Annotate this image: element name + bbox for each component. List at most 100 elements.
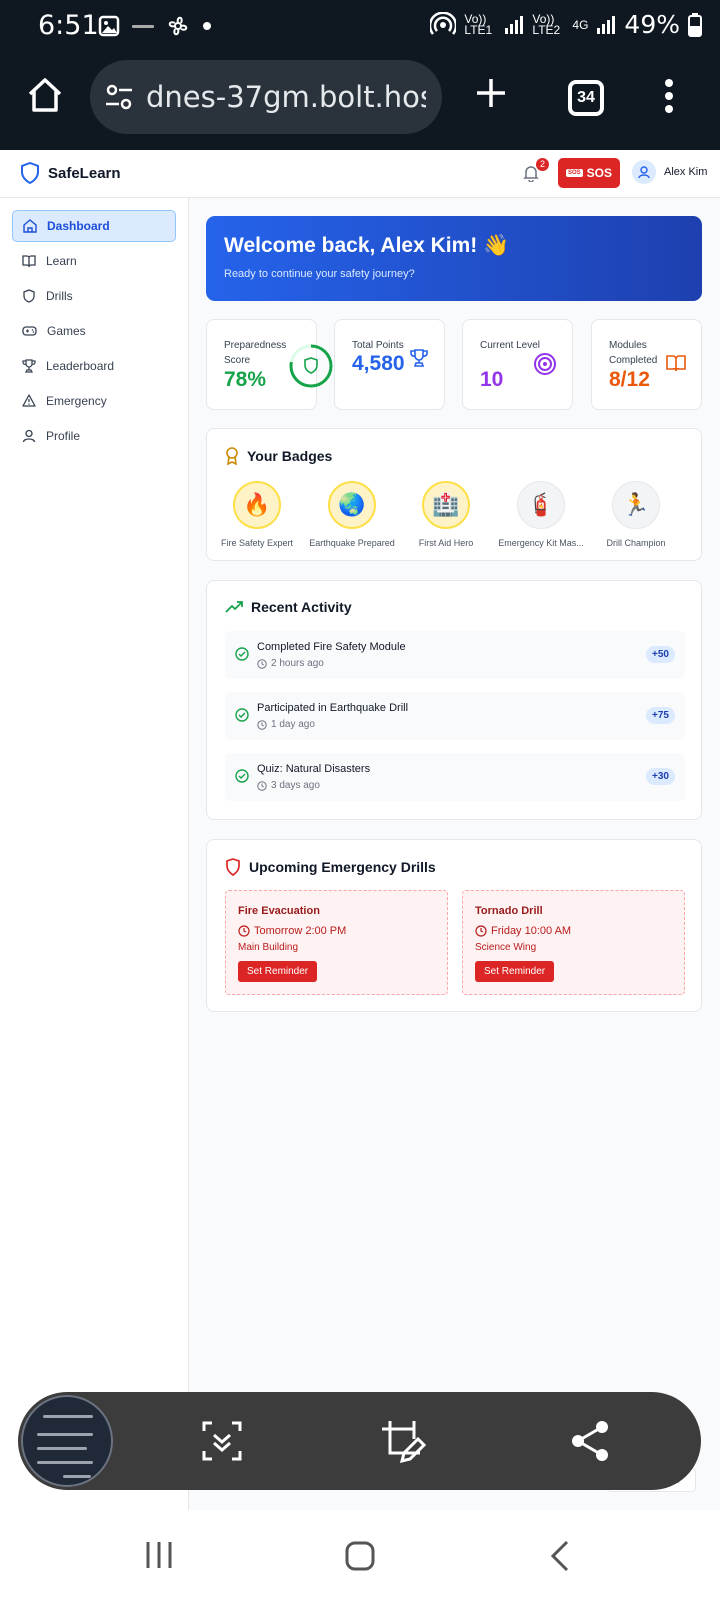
user-name: Alex Kim bbox=[664, 166, 708, 178]
upcoming-drills-card: Upcoming Emergency Drills Fire Evacuatio… bbox=[206, 839, 702, 1012]
recent-apps-icon[interactable] bbox=[144, 1540, 174, 1570]
shield-icon bbox=[23, 289, 35, 303]
badge-label: Earthquake Prepared bbox=[309, 538, 395, 548]
user-menu[interactable]: Alex Kim bbox=[632, 160, 707, 184]
trophy-icon bbox=[22, 359, 36, 373]
shield-icon bbox=[226, 858, 240, 876]
plus-icon bbox=[477, 79, 505, 107]
gallery-icon bbox=[98, 15, 120, 37]
signal-icon bbox=[505, 15, 524, 34]
notification-app-icon bbox=[132, 25, 154, 28]
sidebar-item-label: Emergency bbox=[46, 394, 107, 408]
award-icon bbox=[226, 447, 238, 465]
activity-title: Completed Fire Safety Module bbox=[257, 641, 406, 653]
browser-home-button[interactable] bbox=[26, 76, 64, 119]
url-text: dnes-37gm.bolt.host bbox=[146, 80, 426, 114]
net-type-label: 4G bbox=[572, 17, 589, 32]
status-icons-right: Vo)) LTE1 Vo)) LTE2 4G 49% bbox=[430, 10, 702, 39]
sidebar-item-label: Learn bbox=[46, 254, 77, 268]
clock-icon bbox=[238, 925, 250, 937]
sos-emoji-icon: SOS bbox=[565, 169, 583, 177]
sidebar-item-label: Leaderboard bbox=[46, 359, 115, 373]
status-bar: 6:51 Vo)) LTE1 Vo)) LTE2 4G 49% bbox=[0, 0, 720, 52]
sidebar-item-learn[interactable]: Learn bbox=[12, 245, 176, 277]
sidebar-item-label: Drills bbox=[46, 289, 73, 303]
sidebar-item-label: Dashboard bbox=[47, 219, 110, 233]
runner-badge-icon: 🏃 bbox=[612, 481, 660, 529]
book-open-icon bbox=[666, 355, 686, 372]
sidebar-item-leaderboard[interactable]: Leaderboard bbox=[12, 350, 176, 382]
drill-location: Main Building bbox=[238, 942, 299, 953]
book-icon bbox=[22, 255, 36, 268]
recent-activity-card: Recent Activity Completed Fire Safety Mo… bbox=[206, 580, 702, 820]
drill-time: Friday 10:00 AM bbox=[475, 925, 571, 937]
sidebar-item-dashboard[interactable]: Dashboard bbox=[12, 210, 176, 242]
status-icons-left bbox=[98, 14, 212, 38]
badge-label: Fire Safety Expert bbox=[220, 538, 294, 548]
badge-item[interactable]: 🌏 Earthquake Prepared bbox=[303, 481, 401, 548]
trophy-icon bbox=[410, 349, 428, 367]
signal2-icon bbox=[597, 15, 616, 34]
battery-icon bbox=[688, 12, 702, 37]
sidebar-item-games[interactable]: Games bbox=[12, 315, 176, 347]
badge-label: First Aid Hero bbox=[418, 538, 474, 548]
clock-icon bbox=[475, 925, 487, 937]
scroll-capture-icon[interactable] bbox=[200, 1419, 244, 1463]
sos-button[interactable]: SOS SOS bbox=[558, 158, 620, 188]
new-tab-button[interactable] bbox=[474, 76, 508, 115]
trending-up-icon bbox=[225, 601, 243, 613]
app-header: SafeLearn 2 SOS SOS Alex Kim bbox=[0, 150, 720, 198]
user-icon bbox=[638, 166, 650, 179]
stat-modules: Modules Completed 8/12 bbox=[591, 319, 702, 410]
battery-percent: 49% bbox=[624, 10, 680, 39]
gamepad-icon bbox=[22, 326, 37, 336]
sidebar-item-emergency[interactable]: Emergency bbox=[12, 385, 176, 417]
welcome-subtitle: Ready to continue your safety journey? bbox=[224, 268, 415, 280]
badge-item[interactable]: 🏥 First Aid Hero bbox=[397, 481, 495, 548]
fan-icon bbox=[168, 16, 188, 36]
hotspot-icon bbox=[430, 11, 457, 35]
badge-item[interactable]: 🧯 Emergency Kit Mas... bbox=[492, 481, 590, 548]
clock-icon bbox=[257, 719, 267, 730]
kit-badge-icon: 🧯 bbox=[517, 481, 565, 529]
share-icon[interactable] bbox=[570, 1419, 610, 1463]
activity-title: Quiz: Natural Disasters bbox=[257, 763, 371, 775]
home-nav-icon[interactable] bbox=[344, 1540, 376, 1572]
browser-menu-button[interactable] bbox=[664, 78, 674, 119]
site-settings-icon bbox=[106, 84, 132, 110]
badge-item[interactable]: 🏃 Drill Champion bbox=[587, 481, 685, 548]
sos-label: SOS bbox=[586, 166, 612, 180]
check-circle-icon bbox=[235, 708, 249, 722]
list-item[interactable]: Participated in Earthquake Drill 1 day a… bbox=[225, 692, 685, 740]
screenshot-thumbnail[interactable] bbox=[21, 1395, 113, 1487]
network2-label: Vo)) LTE2 bbox=[532, 11, 561, 37]
badge-label: Drill Champion bbox=[606, 538, 666, 548]
back-icon[interactable] bbox=[550, 1540, 570, 1572]
list-item[interactable]: Quiz: Natural Disasters 3 days ago +30 bbox=[225, 753, 685, 801]
brand-name: SafeLearn bbox=[48, 164, 121, 182]
drill-title: Fire Evacuation bbox=[238, 905, 320, 917]
activity-time: 3 days ago bbox=[257, 780, 320, 791]
points-badge: +30 bbox=[646, 768, 675, 785]
tab-switcher-button[interactable]: 34 bbox=[568, 80, 604, 116]
brand[interactable]: SafeLearn bbox=[20, 162, 121, 184]
activity-title: Recent Activity bbox=[225, 599, 352, 615]
stat-level: Current Level 10 bbox=[462, 319, 573, 410]
set-reminder-button[interactable]: Set Reminder bbox=[475, 961, 555, 982]
list-item[interactable]: Completed Fire Safety Module 2 hours ago… bbox=[225, 631, 685, 679]
set-reminder-button[interactable]: Set Reminder bbox=[238, 961, 318, 982]
url-bar[interactable]: dnes-37gm.bolt.host bbox=[90, 60, 442, 134]
crop-edit-icon[interactable] bbox=[380, 1419, 426, 1465]
sidebar-item-label: Games bbox=[47, 324, 86, 338]
globe-badge-icon: 🌏 bbox=[328, 481, 376, 529]
drills-title: Upcoming Emergency Drills bbox=[225, 858, 436, 876]
badge-item[interactable]: 🔥 Fire Safety Expert bbox=[208, 481, 306, 548]
sidebar-item-profile[interactable]: Profile bbox=[12, 420, 176, 452]
hospital-badge-icon: 🏥 bbox=[422, 481, 470, 529]
badge-label: Emergency Kit Mas... bbox=[498, 538, 584, 548]
clock-icon bbox=[257, 658, 267, 669]
stat-value: 4,580 bbox=[352, 352, 405, 375]
points-badge: +75 bbox=[646, 707, 675, 724]
home-icon bbox=[28, 78, 62, 112]
sidebar-item-drills[interactable]: Drills bbox=[12, 280, 176, 312]
